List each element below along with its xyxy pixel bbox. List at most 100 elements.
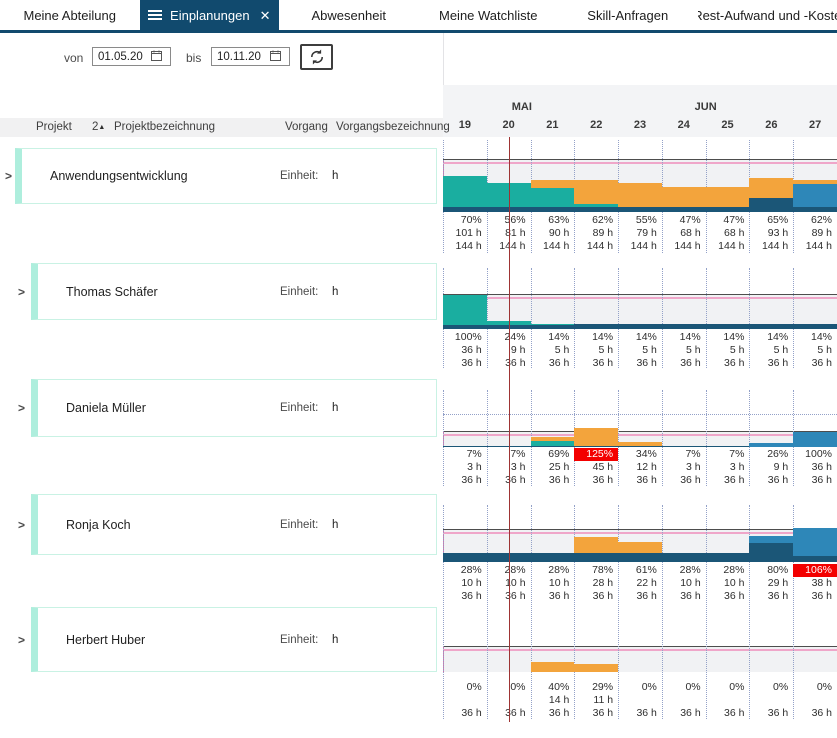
row-name: Anwendungsentwicklung [50,169,188,183]
utilization-bar-segment[interactable] [662,207,706,212]
capacity-hours: 36 h [618,707,662,720]
capacity-hours: 144 h [706,240,750,253]
utilization-bar-segment[interactable] [618,442,662,446]
capacity-pink-line [443,162,837,164]
utilization-bar-segment[interactable] [531,662,575,672]
utilization-bar-segment[interactable] [531,324,575,325]
utilization-bar-segment[interactable] [793,432,837,447]
utilization-bar-segment[interactable] [531,446,575,447]
column-header-vorgang[interactable]: Vorgang [285,121,328,133]
utilization-bar-segment[interactable] [574,207,618,212]
tab-meine-watchliste[interactable]: Meine Watchliste [419,0,559,30]
capacity-hours: 36 h [706,357,750,370]
utilization-bar-segment[interactable] [574,664,618,672]
einheit-value: h [332,518,338,532]
tab-label: Meine Abteilung [23,8,116,23]
refresh-button[interactable] [300,44,333,70]
utilization-bar-segment[interactable] [531,207,575,212]
utilization-bar-segment[interactable] [749,543,793,562]
utilization-bar-segment[interactable] [793,184,837,206]
utilization-bar-segment[interactable] [662,553,706,562]
utilization-bar-segment[interactable] [618,553,662,562]
utilization-bar-segment[interactable] [574,204,618,207]
utilization-bar-segment[interactable] [618,542,662,553]
utilization-bar-segment[interactable] [443,295,487,325]
utilization-bar-segment[interactable] [706,446,750,447]
utilization-percent: 29% [574,681,618,694]
expand-icon[interactable]: > [5,169,12,183]
menu-icon[interactable] [148,10,162,20]
utilization-bar-segment[interactable] [618,183,662,206]
column-header-vorgangsbezeichnung[interactable]: Vorgangsbezeichnung [336,121,450,133]
capacity-hours: 144 h [793,240,837,253]
utilization-bar-segment[interactable] [793,207,837,212]
calendar-icon[interactable] [151,50,162,61]
sort-indicator[interactable]: 2▲ [92,121,105,133]
planned-hours: 45 h [574,461,618,474]
utilization-bar-segment[interactable] [531,325,575,329]
utilization-bar-segment[interactable] [443,446,487,447]
capacity-hours: 36 h [618,357,662,370]
tab-abwesenheit[interactable]: Abwesenheit [279,0,419,30]
utilization-bar-segment[interactable] [662,187,706,206]
utilization-bar-segment[interactable] [706,324,750,329]
utilization-bar-segment[interactable] [574,324,618,329]
utilization-bar-segment[interactable] [793,556,837,562]
utilization-bar-segment[interactable] [574,180,618,204]
utilization-bar-segment[interactable] [749,324,793,329]
week-label: 25 [706,119,750,131]
calendar-icon[interactable] [270,50,281,61]
utilization-bar-segment[interactable] [531,437,575,442]
expand-icon[interactable]: > [18,633,25,647]
planned-hours: 5 h [574,344,618,357]
capacity-hours: 36 h [793,590,837,603]
today-marker-line [509,137,510,722]
planned-hours: 11 h [574,694,618,707]
tab-rest-aufwand-und-koste[interactable]: Rest-Aufwand und -Koste [698,0,837,30]
utilization-bar-segment[interactable] [749,178,793,197]
einheit-value: h [332,401,338,415]
utilization-bar-segment[interactable] [706,187,750,206]
utilization-percent: 63% [531,214,575,227]
utilization-bar-segment[interactable] [574,553,618,562]
utilization-bar-segment[interactable] [531,180,575,188]
utilization-bar-segment[interactable] [443,553,487,562]
utilization-bar-segment[interactable] [574,428,618,446]
column-header-projekt[interactable]: Projekt [36,121,72,133]
utilization-bar-segment[interactable] [531,441,575,446]
capacity-hours: 36 h [793,357,837,370]
utilization-bar-segment[interactable] [443,207,487,212]
utilization-bar-segment[interactable] [706,207,750,212]
utilization-bar-segment[interactable] [749,443,793,447]
utilization-percent: 14% [574,331,618,344]
tab-einplanungen[interactable]: Einplanungen✕ [140,0,280,30]
tab-skill-anfragen[interactable]: Skill-Anfragen [558,0,698,30]
utilization-bar-segment[interactable] [443,176,487,207]
utilization-bar-segment[interactable] [793,528,837,556]
utilization-bar-segment[interactable] [793,180,837,184]
utilization-bar-segment[interactable] [531,553,575,562]
utilization-bar-segment[interactable] [618,324,662,329]
tab-meine-abteilung[interactable]: Meine Abteilung [0,0,140,30]
column-header-projektbezeichnung[interactable]: Projektbezeichnung [114,121,215,133]
utilization-bar-segment[interactable] [793,324,837,329]
utilization-bar-segment[interactable] [574,446,618,447]
tab-label: Abwesenheit [312,8,386,23]
date-from-label: von [64,51,83,65]
expand-icon[interactable]: > [18,401,25,415]
utilization-bar-segment[interactable] [662,324,706,329]
utilization-bar-segment[interactable] [749,198,793,212]
close-icon[interactable]: ✕ [260,9,271,22]
utilization-percent: 28% [706,564,750,577]
utilization-bar-segment[interactable] [443,325,487,329]
week-label: 23 [618,119,662,131]
utilization-bar-segment[interactable] [618,446,662,447]
expand-icon[interactable]: > [18,285,25,299]
utilization-bar-segment[interactable] [574,537,618,553]
utilization-bar-segment[interactable] [531,188,575,207]
utilization-bar-segment[interactable] [662,446,706,447]
utilization-bar-segment[interactable] [706,553,750,562]
expand-icon[interactable]: > [18,518,25,532]
utilization-bar-segment[interactable] [618,207,662,212]
utilization-bar-segment[interactable] [749,536,793,543]
